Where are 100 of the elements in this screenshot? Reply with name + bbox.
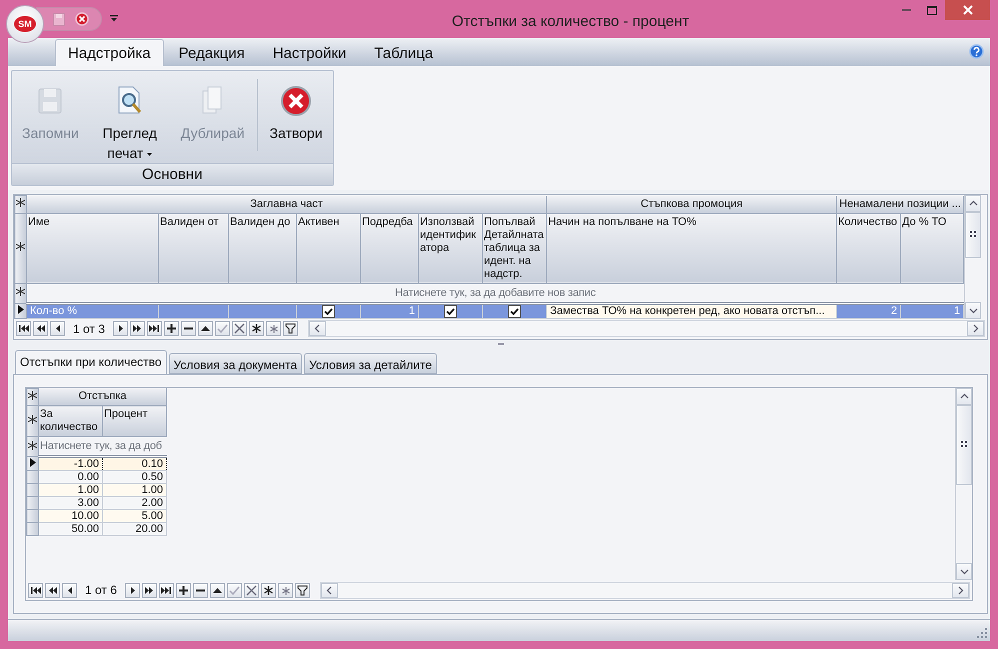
asterisk-button[interactable] [248, 321, 264, 336]
column-header[interactable]: Използвай идентификатора [418, 213, 482, 283]
previous-page-button[interactable] [33, 321, 48, 336]
checkbox[interactable] [322, 304, 335, 317]
help-icon[interactable] [969, 44, 984, 59]
checkmark-button[interactable] [214, 321, 230, 336]
minimize-icon [902, 8, 910, 12]
resize-grip-icon[interactable] [977, 628, 987, 638]
plus-button[interactable] [176, 582, 191, 598]
close-icon [962, 5, 972, 15]
last-record-icon [148, 322, 161, 335]
table-cell: Кол-во % [26, 303, 158, 318]
column-header[interactable]: Количество [836, 213, 901, 283]
column-header[interactable]: Име [26, 213, 158, 283]
minus-button[interactable] [180, 321, 196, 336]
ribbon-tab[interactable]: Надстройка [55, 39, 164, 66]
ribbon-button[interactable]: Преглед печат [86, 79, 173, 163]
column-header[interactable]: За количество [38, 406, 102, 436]
column-header[interactable]: До % ТО [900, 213, 964, 283]
grip-icon [970, 231, 977, 238]
plus-icon [164, 322, 178, 335]
tab[interactable]: Условия за детайлите [304, 352, 437, 374]
window-title: Отстъпки за количество - процент [452, 12, 690, 30]
column-header[interactable]: Процент [102, 406, 167, 436]
up-triangle-button[interactable] [210, 582, 225, 598]
cross-button[interactable] [232, 321, 247, 336]
table-cell: 1 [360, 303, 418, 318]
table-cell: 1.00 [38, 484, 102, 496]
asterisk-icon [28, 415, 37, 424]
plus-button[interactable] [164, 321, 179, 336]
app-menu-button[interactable]: SM [6, 5, 44, 43]
grid-row[interactable]: 3.00 2.00 [26, 496, 167, 510]
band-header: Ненамалени позиции ... [836, 196, 964, 213]
scroll-left-icon [324, 586, 334, 594]
table-cell: 5.00 [102, 510, 167, 522]
minus-button[interactable] [192, 582, 208, 598]
scroll-left-icon [312, 324, 322, 333]
close-icon [280, 85, 312, 117]
next-record-button[interactable] [124, 582, 140, 598]
record-position: 1 от 3 [72, 322, 106, 336]
filter-icon [296, 584, 309, 596]
grid-row[interactable]: 50.00 20.00 [26, 522, 167, 536]
previous-record-button[interactable] [62, 582, 77, 598]
next-page-button[interactable] [130, 321, 145, 336]
asterisk-icon [28, 440, 37, 450]
next-record-button[interactable] [112, 321, 128, 336]
table-cell: 10.00 [38, 510, 102, 522]
checkmark-button[interactable] [226, 582, 242, 598]
ribbon-tab[interactable]: Таблица [361, 39, 446, 66]
band-header: Заглавна част [26, 196, 547, 213]
grid-row[interactable]: Кол-во % 1 Замества ТО% на конкретен ред, ако новата отстъп... 2 1 [14, 303, 964, 318]
scroll-right-icon [971, 324, 980, 333]
first-record-button[interactable] [16, 321, 31, 336]
column-header[interactable]: Валиден до [228, 213, 296, 283]
next-page-button[interactable] [142, 582, 157, 598]
asterisk-icon [28, 390, 37, 400]
up-triangle-button[interactable] [198, 321, 213, 336]
filter-icon [284, 322, 297, 335]
record-position: 1 от 6 [84, 583, 118, 597]
grid-row[interactable]: 1.00 1.00 [26, 484, 167, 496]
asterisk-button[interactable] [260, 582, 276, 598]
last-record-button[interactable] [146, 321, 162, 336]
ribbon-tab[interactable]: Редакция [166, 39, 258, 66]
close-icon[interactable] [75, 12, 89, 26]
last-record-button[interactable] [158, 582, 174, 598]
previous-record-button[interactable] [50, 321, 65, 336]
checkbox[interactable] [444, 304, 457, 317]
close-button[interactable] [945, 0, 990, 20]
splitter-grip-icon[interactable] [498, 343, 504, 346]
column-header[interactable]: Попълвай Детайлната таблица за идент. на надстр. [482, 213, 547, 283]
grid-row[interactable]: 0.00 0.50 [26, 470, 167, 484]
tab[interactable]: Условия за документа [168, 352, 302, 374]
asterisk-icon [16, 198, 25, 208]
maximize-icon [927, 6, 937, 14]
asterisk-icon [262, 584, 275, 596]
scroll-up-icon [968, 199, 978, 208]
cross-button[interactable] [244, 582, 259, 598]
previous-page-button[interactable] [45, 582, 60, 598]
checkbox[interactable] [508, 304, 522, 317]
scroll-right-icon [956, 586, 965, 594]
column-header[interactable]: Валиден от [158, 213, 228, 283]
group-label: Основни [12, 163, 333, 185]
customize-caret-icon[interactable] [110, 15, 118, 23]
tab[interactable]: Отстъпки при количество [15, 350, 167, 374]
column-header[interactable]: Начин на попълване на ТО% [546, 213, 837, 283]
table-cell: 0.10 [102, 456, 167, 470]
ribbon-button[interactable]: Затвори [262, 79, 331, 143]
filter-button[interactable] [294, 582, 310, 598]
table-cell: 50.00 [38, 522, 102, 536]
row-pointer-icon [30, 458, 36, 466]
grid-row[interactable]: 10.00 5.00 [26, 510, 167, 522]
table-cell: 0.00 [38, 470, 102, 484]
first-record-button[interactable] [28, 582, 43, 598]
ribbon-tab[interactable]: Настройки [260, 39, 360, 66]
filter-button[interactable] [282, 321, 298, 336]
column-header[interactable]: Активен [296, 213, 360, 283]
table-cell: 1.00 [102, 484, 167, 496]
column-header[interactable]: Подредба [360, 213, 418, 283]
caret-icon [147, 152, 152, 156]
cross-icon [232, 322, 246, 335]
